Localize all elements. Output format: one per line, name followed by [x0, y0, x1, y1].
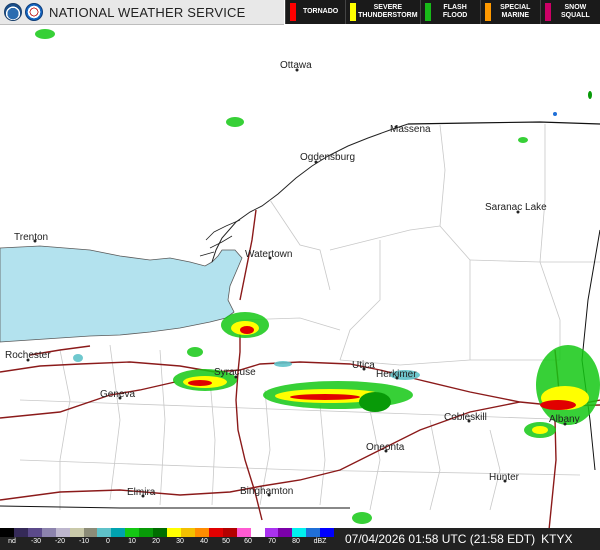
legend-item-tornado: TORNADO	[285, 0, 345, 24]
scale-color-cell	[0, 528, 14, 537]
scale-color-cell	[320, 528, 335, 537]
legend-item-special-marine: SPECIAL MARINE	[479, 0, 540, 24]
warning-legend: TORNADO SEVERE THUNDERSTORM FLASH FLOOD …	[285, 0, 600, 24]
scale-label: -30	[30, 538, 42, 545]
city-label: Massena	[390, 124, 431, 135]
legend-label: SPECIAL MARINE	[500, 4, 531, 19]
city-label: Geneva	[100, 389, 135, 400]
city-label: Watertown	[245, 249, 292, 260]
city-label: Utica	[352, 360, 375, 371]
scale-label: 40	[200, 538, 208, 545]
scale-color-cell	[194, 528, 209, 537]
legend-item-severe-thunderstorm: SEVERE THUNDERSTORM	[345, 0, 419, 24]
city-label: Oneonta	[366, 442, 405, 453]
lake-ontario	[0, 245, 243, 343]
scale-color-cell	[27, 528, 42, 537]
scale-color-cell	[41, 528, 56, 537]
city-label: Rochester	[5, 350, 51, 361]
scale-label: -20	[54, 538, 66, 545]
scale-color-cell	[306, 528, 321, 537]
reflectivity-color-bar	[0, 528, 335, 537]
scale-color-cell	[292, 528, 307, 537]
city-label: Herkimer	[376, 369, 417, 380]
scale-label: dBZ	[313, 538, 327, 545]
city-label: Elmira	[127, 487, 156, 498]
city-label: Ottawa	[280, 60, 312, 71]
legend-label: SEVERE THUNDERSTORM	[358, 4, 418, 19]
radar-map[interactable]: Ottawa Massena Ogdensburg Saranac Lake T…	[0, 0, 600, 550]
scale-color-cell	[153, 528, 168, 537]
page-title: NATIONAL WEATHER SERVICE	[49, 4, 246, 20]
scale-color-cell	[69, 528, 84, 537]
city-label: Hunter	[489, 472, 520, 483]
scale-label: 50	[222, 538, 230, 545]
scale-color-cell	[83, 528, 98, 537]
st-lawrence-river	[211, 123, 409, 263]
city-label: Cobleskill	[444, 412, 487, 423]
scale-color-cell	[180, 528, 195, 537]
city-label: Ogdensburg	[300, 152, 355, 163]
legend-label: SNOW SQUALL	[561, 4, 590, 19]
intl-border	[407, 121, 600, 125]
legend-item-snow-squall: SNOW SQUALL	[539, 0, 600, 24]
radar-timestamp: 07/04/2026 01:58 UTC (21:58 EDT) KTYX	[342, 528, 600, 550]
scale-label: 80	[292, 538, 300, 545]
legend-label: FLASH FLOOD	[442, 4, 468, 19]
city-label: Syracuse	[214, 367, 256, 378]
scale-color-cell	[222, 528, 237, 537]
city-label: Albany	[549, 414, 580, 425]
reflectivity-scale: nd -30 -20 -10 0 10 20 30 40 50 60 70 80…	[0, 528, 340, 550]
scale-color-cell	[167, 528, 181, 537]
state-border-pa	[0, 505, 350, 509]
scale-color-cell	[236, 528, 251, 537]
reflectivity-scale-labels: nd -30 -20 -10 0 10 20 30 40 50 60 70 80…	[0, 538, 334, 550]
scale-color-cell	[278, 528, 293, 537]
scale-color-cell	[125, 528, 140, 537]
legend-item-flash-flood: FLASH FLOOD	[419, 0, 480, 24]
scale-label: 70	[268, 538, 276, 545]
noaa-logo-icon	[4, 3, 22, 21]
scale-color-cell	[55, 528, 70, 537]
nws-logo-icon	[25, 3, 43, 21]
scale-label: 60	[244, 538, 252, 545]
city-label: Trenton	[14, 232, 48, 243]
scale-label: -10	[78, 538, 90, 545]
footer-bar: nd -30 -20 -10 0 10 20 30 40 50 60 70 80…	[0, 528, 600, 550]
scale-label: 10	[128, 538, 136, 545]
timestamp-text: 07/04/2026 01:58 UTC (21:58 EDT)	[345, 532, 536, 546]
header-bar: NATIONAL WEATHER SERVICE	[0, 0, 284, 25]
scale-label: 20	[152, 538, 160, 545]
scale-color-cell	[264, 528, 279, 537]
scale-label: 0	[106, 538, 110, 545]
city-label: Binghamton	[240, 486, 293, 497]
scale-label: 30	[176, 538, 184, 545]
scale-color-cell	[208, 528, 223, 537]
station-id: KTYX	[541, 532, 573, 546]
scale-color-cell	[250, 528, 265, 537]
legend-label: TORNADO	[302, 8, 339, 15]
scale-color-cell	[97, 528, 112, 537]
city-label: Saranac Lake	[485, 202, 547, 213]
scale-color-cell	[111, 528, 126, 537]
state-border-vt	[581, 229, 600, 471]
scale-label: nd	[8, 538, 16, 545]
scale-color-cell	[13, 528, 28, 537]
scale-color-cell	[139, 528, 154, 537]
